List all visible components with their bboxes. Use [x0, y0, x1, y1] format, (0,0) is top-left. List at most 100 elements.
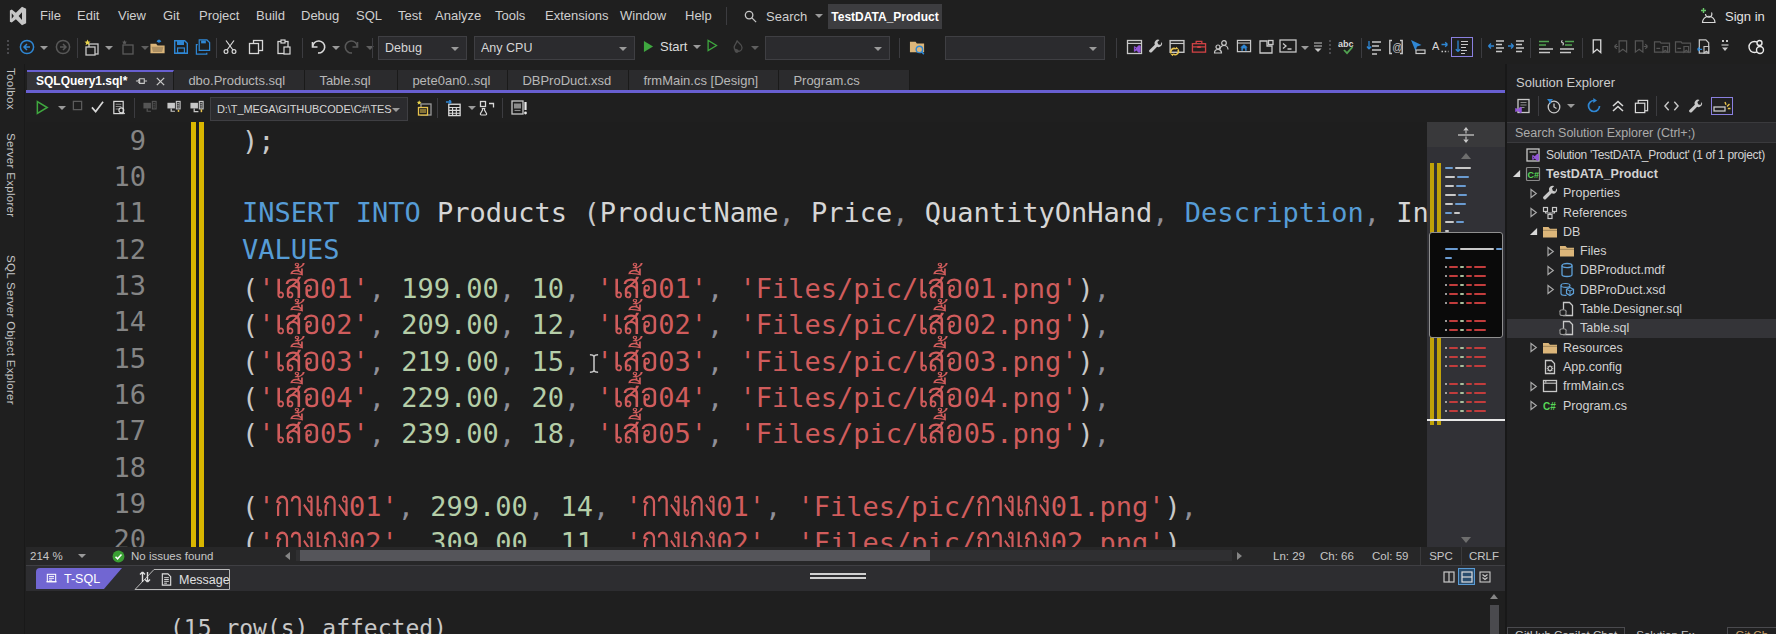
format-document-button[interactable]	[1538, 39, 1554, 55]
dropdown-caret-icon[interactable]	[468, 106, 476, 110]
tree-item-resources[interactable]: Resources	[1507, 338, 1776, 357]
previous-bookmark-folder-button[interactable]	[1653, 39, 1671, 54]
expander-closed-icon[interactable]	[1543, 284, 1558, 295]
start-without-debugging-button[interactable]	[707, 39, 718, 52]
tree-item-db[interactable]: DB	[1507, 222, 1776, 241]
expander-open-icon[interactable]	[1526, 227, 1541, 236]
scroll-right-arrow[interactable]	[1237, 552, 1242, 560]
tree-item-solution-testdata-product-1-of-1-project[interactable]: Solution 'TestDATA_Product' (1 of 1 proj…	[1507, 145, 1776, 164]
sort-lines-button[interactable]	[1366, 39, 1382, 55]
sync-with-active-document-icon[interactable]	[1586, 98, 1602, 114]
menu-tools[interactable]: Tools	[495, 0, 525, 32]
undo-button[interactable]	[310, 39, 326, 55]
expander-closed-icon[interactable]	[1526, 342, 1541, 353]
next-bookmark-folder-button[interactable]	[1674, 39, 1692, 54]
splitter-handle[interactable]	[1427, 122, 1505, 147]
tab-tsql[interactable]: T-SQL	[36, 568, 122, 589]
database-select[interactable]: D:\T_MEGA\GITHUBCODE\C#\TES	[210, 97, 408, 121]
community-button[interactable]	[1747, 39, 1766, 55]
expander-closed-icon[interactable]	[1526, 207, 1541, 218]
live-share-button[interactable]	[1213, 39, 1230, 55]
dropdown-caret-icon[interactable]	[1301, 46, 1309, 50]
code-editor[interactable]: 9);1011INSERT INTO Products (ProductName…	[26, 122, 1505, 547]
menu-window[interactable]: Window	[620, 0, 666, 32]
document-bookmarks-button[interactable]	[1696, 39, 1712, 54]
swap-updown-icon[interactable]	[138, 570, 152, 584]
execute-query-button[interactable]	[36, 100, 49, 115]
stop-execution-button[interactable]	[72, 100, 83, 111]
search-control[interactable]: Search	[726, 0, 823, 32]
start-debugging-button[interactable]: Start	[643, 39, 701, 54]
doc-tab-active[interactable]: SQLQuery1.sql *	[27, 70, 174, 90]
window-tab-git-ch[interactable]: Git Ch	[1727, 627, 1776, 634]
menu-build[interactable]: Build	[256, 0, 285, 32]
pending-changes-filter-icon[interactable]	[1546, 98, 1562, 114]
expander-closed-icon[interactable]	[1526, 381, 1541, 392]
word-wrap-button[interactable]	[1453, 39, 1471, 55]
toolbox-button[interactable]	[1191, 39, 1207, 54]
window-tab-solution-ex[interactable]: Solution Ex	[1628, 627, 1702, 634]
dropdown-caret-icon[interactable]	[141, 46, 149, 50]
dock-tab-server-explorer[interactable]: Server Explorer	[5, 133, 17, 217]
split-horizontal-icon[interactable]	[1459, 569, 1474, 584]
pane-splitter-grip[interactable]	[810, 573, 866, 580]
scroll-down-arrow[interactable]	[1427, 534, 1505, 546]
attribute-brackets-button[interactable]	[1388, 39, 1404, 55]
status-line-ending[interactable]: CRLF	[1463, 547, 1505, 565]
add-item-button[interactable]	[119, 39, 137, 57]
decrease-indent-button[interactable]	[1487, 39, 1505, 53]
menu-file[interactable]: File	[40, 0, 61, 32]
scrollbar-minimap[interactable]	[1427, 122, 1505, 547]
tree-item-properties[interactable]: Properties	[1507, 184, 1776, 203]
query-options-button[interactable]	[111, 100, 126, 115]
menu-analyze[interactable]: Analyze	[435, 0, 481, 32]
disconnect-icon[interactable]	[142, 100, 158, 115]
expander-closed-icon[interactable]	[1526, 400, 1541, 411]
scroll-left-arrow[interactable]	[285, 552, 290, 560]
zoom-level[interactable]: 214 %	[30, 550, 63, 562]
properties-wrench-icon[interactable]	[1688, 99, 1703, 114]
new-query-button[interactable]	[415, 100, 433, 118]
navigate-back-button[interactable]	[19, 39, 35, 55]
next-bookmark-button[interactable]	[1633, 39, 1649, 54]
expander-open-icon[interactable]	[1509, 169, 1524, 178]
horizontal-scrollbar[interactable]	[285, 549, 1247, 563]
filter-caret-icon[interactable]	[1567, 104, 1575, 108]
paste-button[interactable]	[276, 39, 292, 55]
caret-select-button[interactable]	[1409, 39, 1427, 55]
command-window-button[interactable]	[1279, 39, 1297, 53]
expander-closed-icon[interactable]	[1543, 265, 1558, 276]
scroll-up-arrow[interactable]	[1427, 150, 1505, 162]
collapse-pane-icon[interactable]	[1477, 569, 1492, 584]
tree-item-dbproduct-xsd[interactable]: DBProDuct.xsd	[1507, 280, 1776, 299]
cut-button[interactable]	[222, 39, 238, 55]
tree-item-testdata-product[interactable]: TestDATA_Product	[1507, 164, 1776, 183]
dropdown-caret-icon[interactable]	[40, 46, 48, 50]
pin-icon[interactable]	[135, 75, 148, 88]
menu-extensions[interactable]: Extensions	[545, 0, 609, 32]
window-tab-github-copilot-chat[interactable]: GitHub Copilot Chat	[1507, 627, 1625, 634]
tree-item-app-config[interactable]: App.config	[1507, 357, 1776, 376]
switch-views-icon[interactable]	[1513, 98, 1531, 114]
scrollbar-thumb[interactable]	[300, 550, 930, 561]
find-combo[interactable]	[765, 36, 890, 60]
message-vertical-scrollbar[interactable]	[1487, 592, 1501, 634]
doc-tab-4[interactable]: DBProDuct.xsd	[508, 70, 629, 90]
parse-query-button[interactable]	[90, 100, 105, 113]
tree-item-table-sql[interactable]: Table.sql	[1507, 319, 1776, 338]
solution-platform-select[interactable]: Any CPU	[474, 36, 635, 60]
navigate-forward-button[interactable]	[55, 39, 71, 55]
find-in-files-button[interactable]	[908, 39, 927, 56]
expander-closed-icon[interactable]	[1543, 246, 1558, 257]
convert-case-button[interactable]	[1432, 39, 1450, 55]
menu-git[interactable]: Git	[163, 0, 180, 32]
expander-closed-icon[interactable]	[1526, 188, 1541, 199]
close-icon[interactable]	[155, 76, 166, 87]
menu-edit[interactable]: Edit	[77, 0, 99, 32]
doc-tab-5[interactable]: frmMain.cs [Design]	[629, 70, 779, 90]
layout-button[interactable]	[1258, 39, 1274, 55]
search-target-combo[interactable]	[945, 36, 1105, 60]
tools-button[interactable]	[1148, 39, 1163, 54]
open-file-button[interactable]	[149, 39, 167, 56]
properties-pages-icon[interactable]	[1634, 99, 1649, 114]
